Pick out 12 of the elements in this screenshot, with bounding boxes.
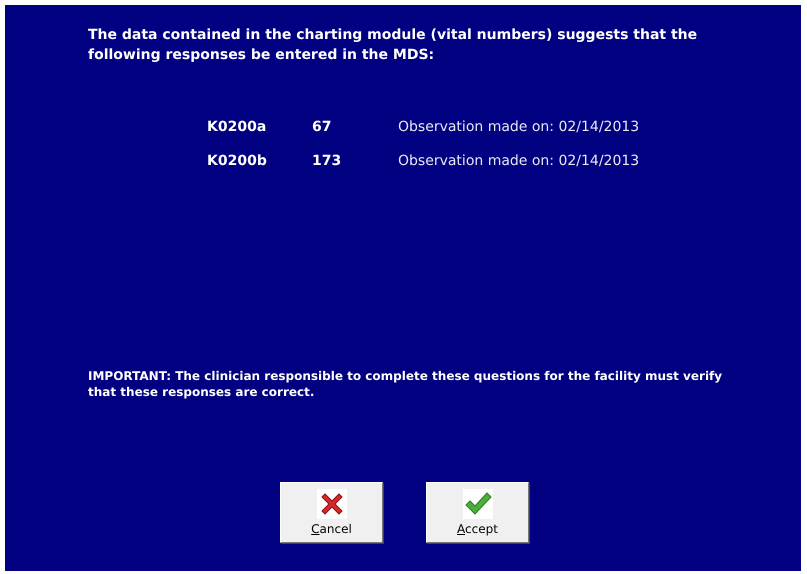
- message-text: The data contained in the charting module (vital numbers) suggests that the following responses be entered in the MDS:: [88, 26, 698, 65]
- cancel-button[interactable]: Cancel: [280, 482, 383, 543]
- notice-text: IMPORTANT: The clinician responsible to complete these questions for the facility must verify that these responses are correct.: [88, 368, 724, 400]
- observation-text: Observation made on: 02/14/2013: [398, 152, 640, 171]
- response-value: 67: [312, 118, 332, 137]
- observation-text: Observation made on: 02/14/2013: [398, 118, 640, 137]
- response-value: 173: [312, 152, 342, 171]
- item-code: K0200a: [207, 118, 268, 137]
- checkmark-icon: [462, 489, 492, 519]
- cross-icon: [316, 489, 346, 519]
- item-code: K0200b: [207, 152, 268, 171]
- accept-button[interactable]: Accept: [426, 482, 529, 543]
